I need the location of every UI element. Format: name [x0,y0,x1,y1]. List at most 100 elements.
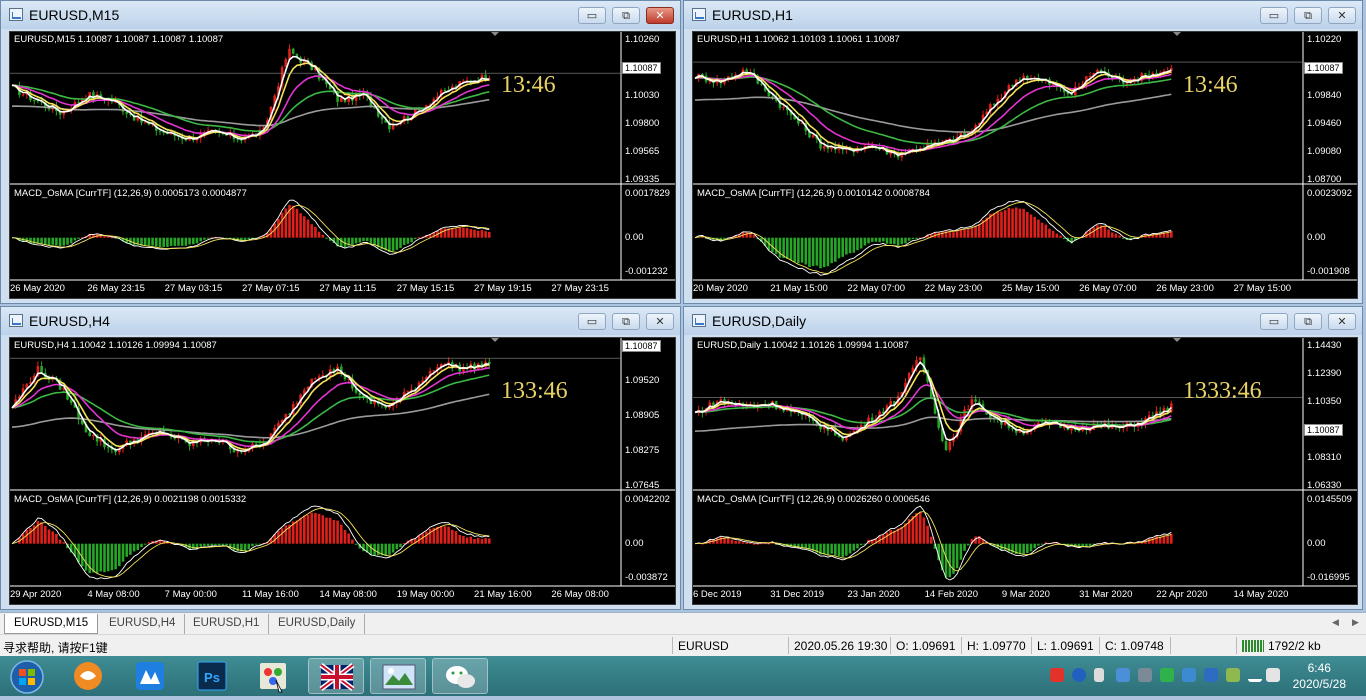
macd-histogram-bar [1000,211,1003,238]
candle-body [236,451,239,453]
start-orb-icon[interactable] [0,658,52,694]
shield-tray-icon[interactable] [1204,668,1218,682]
macd-histogram-bar [752,543,756,545]
paint-icon[interactable] [246,658,302,694]
macd-histogram-bar [893,237,896,245]
window-title: EURUSD,M15 [29,7,120,23]
window-titlebar[interactable]: EURUSD,H4 ▭ ⧉ ✕ [1,307,680,335]
tab-eurusd-m15[interactable]: EURUSD,M15 [4,614,99,634]
blue-app-icon[interactable] [122,658,178,694]
wechat-icon[interactable] [432,658,488,694]
tab-eurusd-h4[interactable]: EURUSD,H4 [100,614,186,634]
chart-area[interactable]: EURUSD,H1 1.10062 1.10103 1.10061 1.1008… [692,31,1358,299]
security-tray-icon[interactable] [1226,668,1240,682]
window-titlebar[interactable]: EURUSD,Daily ▭ ⧉ ✕ [684,307,1362,335]
maximize-button[interactable]: ⧉ [1294,313,1322,330]
macd-histogram-bar [391,543,395,553]
macd-histogram-bar [391,237,395,252]
window-titlebar[interactable]: EURUSD,H1 ▭ ⧉ ✕ [684,1,1362,29]
price-chart-svg[interactable] [693,32,1357,298]
maximize-button[interactable]: ⧉ [612,313,640,330]
macd-histogram-bar [251,543,254,547]
macd-indicator-label: MACD_OsMA [CurrTF] (12,26,9) 0.0021198 0… [14,494,247,505]
macd-histogram-bar [317,231,321,238]
photoshop-icon[interactable]: Ps [184,658,240,694]
macd-histogram-bar [837,543,841,557]
candle-body [288,48,291,60]
macd-histogram-bar [715,538,719,544]
wechat-tray-icon[interactable] [1160,668,1174,682]
price-axis-tick: 1.12390 [1307,368,1342,379]
price-chart-svg[interactable] [10,32,675,298]
minimize-button[interactable]: ▭ [1260,313,1288,330]
macd-histogram-bar [336,520,339,544]
chart-area[interactable]: EURUSD,H4 1.10042 1.10126 1.09994 1.1008… [9,337,676,605]
time-axis-tick: 27 May 03:15 [164,283,223,294]
tab-eurusd-daily[interactable]: EURUSD,Daily [269,614,366,634]
chart-window-h4[interactable]: EURUSD,H4 ▭ ⧉ ✕ EURUSD,H4 1.10042 1.1012… [0,306,681,610]
signal-tray-icon[interactable] [1248,668,1262,682]
maximize-button[interactable]: ⧉ [612,7,640,24]
cube-tray-icon[interactable] [1116,668,1130,682]
chart-area[interactable]: EURUSD,Daily 1.10042 1.10126 1.09994 1.1… [692,337,1358,605]
macd-axis-tick: 0.0145509 [1307,494,1352,505]
macd-histogram-bar [1048,228,1051,238]
macd-histogram-bar [314,512,317,544]
macd-histogram-bar [1051,230,1055,238]
price-chart-svg[interactable] [10,338,675,604]
macd-histogram-bar [811,237,815,266]
network-target-icon[interactable] [1138,668,1152,682]
window-titlebar[interactable]: EURUSD,M15 ▭ ⧉ ✕ [1,1,680,29]
time-axis-tick: 27 May 11:15 [319,283,377,294]
macd-histogram-bar [454,531,458,544]
sogou-ime-icon[interactable] [1050,668,1064,682]
photo-viewer-icon[interactable] [370,658,426,694]
macd-histogram-bar [469,229,473,238]
macd-histogram-bar [295,208,299,238]
cloud-tray-icon[interactable] [1182,668,1196,682]
foxmail-icon[interactable] [60,658,116,694]
minimize-button[interactable]: ▭ [1260,7,1288,24]
candle-countdown: 13:46 [1183,72,1238,98]
price-axis-tick: 1.10350 [1307,396,1342,407]
price-axis-tick: 1.10260 [625,34,660,45]
macd-histogram-bar [395,543,399,550]
macd-histogram-bar [462,227,465,238]
chart-window-m15[interactable]: EURUSD,M15 ▭ ⧉ ✕ EURUSD,M15 1.10087 1.10… [0,0,681,304]
close-button[interactable]: ✕ [646,7,674,24]
close-button[interactable]: ✕ [1328,313,1356,330]
macd-histogram-bar [180,237,184,246]
minimize-button[interactable]: ▭ [578,7,606,24]
time-axis-tick: 19 May 00:00 [396,589,455,600]
chart-window-daily[interactable]: EURUSD,Daily ▭ ⧉ ✕ EURUSD,Daily 1.10042 … [683,306,1363,610]
candle-body [944,440,948,451]
macd-histogram-bar [232,543,236,551]
close-button[interactable]: ✕ [646,313,674,330]
candle-body [708,81,712,83]
tab-eurusd-h1[interactable]: EURUSD,H1 [184,614,270,634]
system-clock[interactable]: 6:46 2020/5/28 [1293,660,1346,692]
tab-scroll-right-icon[interactable]: ▶ [1352,617,1359,628]
macd-histogram-bar [815,237,819,266]
help-tray-icon[interactable] [1072,668,1086,682]
close-button[interactable]: ✕ [1328,7,1356,24]
tab-scroll-left-icon[interactable]: ◀ [1332,617,1339,628]
candle-body [143,122,147,124]
time-axis-tick: 26 May 08:00 [551,589,609,600]
current-price-tag: 1.10087 [1304,62,1343,74]
macd-indicator-label: MACD_OsMA [CurrTF] (12,26,9) 0.0026260 0… [697,494,930,505]
maximize-button[interactable]: ⧉ [1294,7,1322,24]
macd-histogram-bar [822,237,826,268]
mt4-terminal-icon[interactable] [308,658,364,694]
price-axis-tick: 1.14430 [1307,340,1342,351]
minimize-button[interactable]: ▭ [578,313,606,330]
usb-tray-icon[interactable] [1094,668,1104,682]
candle-body [314,378,317,380]
chart-tabs-bar: EURUSD,M15 EURUSD,H4 EURUSD,H1 EURUSD,Da… [0,612,1366,634]
macd-histogram-bar [184,237,188,246]
volume-muted-icon[interactable] [1266,668,1280,682]
macd-histogram-bar [848,543,852,554]
chart-window-h1[interactable]: EURUSD,H1 ▭ ⧉ ✕ EURUSD,H1 1.10062 1.1010… [683,0,1363,304]
time-axis-tick: 26 May 23:00 [1156,283,1214,294]
chart-area[interactable]: EURUSD,M15 1.10087 1.10087 1.10087 1.100… [9,31,676,299]
